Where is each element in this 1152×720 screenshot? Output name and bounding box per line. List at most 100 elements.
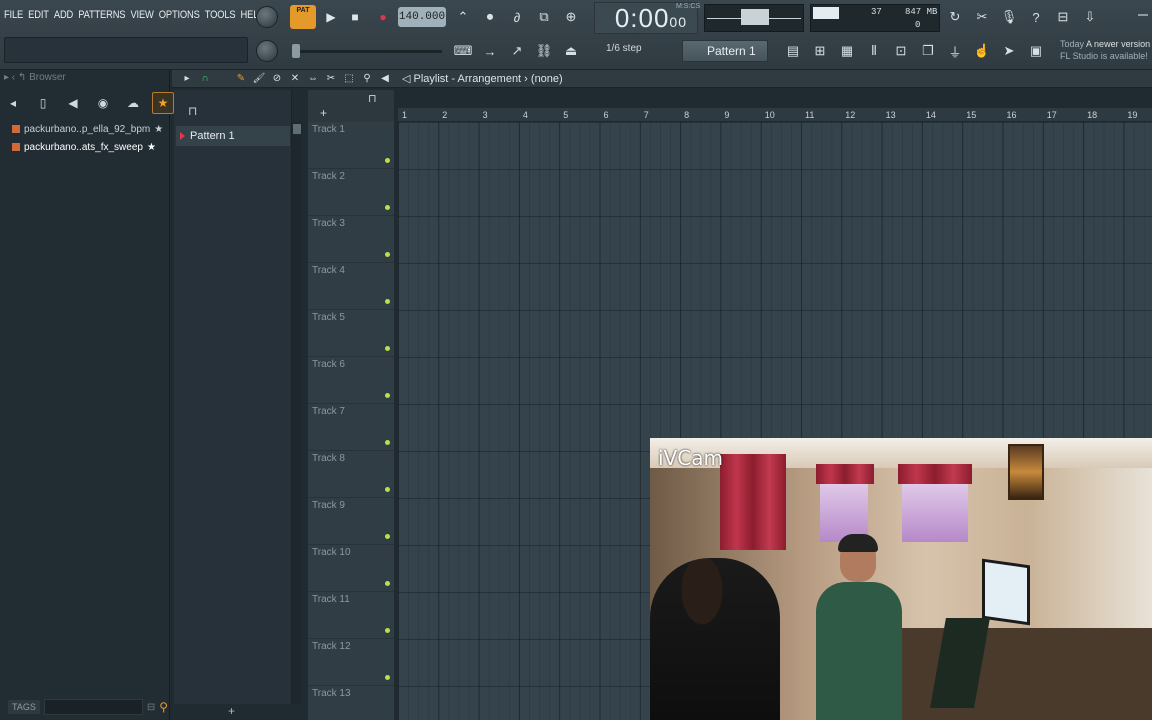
undo-icon[interactable]: ↻ [944,6,966,28]
menu-file[interactable]: FILE [4,9,23,21]
track-enable-dot[interactable] [385,205,390,210]
track-header[interactable]: Track 7 [308,404,394,451]
paint-brush-icon[interactable]: 🖌 [252,72,266,86]
tags-label[interactable]: TAGS [8,700,40,714]
arrangement-name[interactable]: (none) [531,73,563,85]
timeline-ruler[interactable]: 1 2 3 4 5 6 7 8 9 10 11 12 13 14 15 16 17 18 19 [398,108,1152,122]
pattern-selector[interactable]: Pattern 1 [682,40,768,62]
track-enable-dot[interactable] [385,158,390,163]
file-icon[interactable]: ▯ [32,92,54,114]
download-icon[interactable]: ⇩ [1079,6,1101,28]
pattern-item[interactable]: Pattern 1 [176,126,290,146]
track-header[interactable]: Track 5 [308,310,394,357]
browser-item[interactable]: packurbano..ats_fx_sweep ★ [12,138,168,156]
master-slider-handle[interactable] [292,44,300,58]
playback-icon[interactable]: ◀ [378,72,392,86]
stop-button[interactable]: ■ [344,6,366,28]
piano-keys-icon[interactable]: ⊓ [188,104,197,118]
add-track-icon[interactable]: + [320,106,327,120]
tempo-display[interactable]: 140.000 [398,7,446,27]
track-enable-dot[interactable] [385,534,390,539]
arrow-right-icon[interactable]: → [479,40,501,62]
master-slider-track[interactable] [292,50,442,53]
options-arrow-icon[interactable]: ▸ [180,72,194,86]
snap-magnet-icon[interactable]: ∩ [198,72,212,86]
wait-input-icon[interactable]: ⏺ [479,6,501,28]
countdown-icon[interactable]: ∂ [506,6,528,28]
collapse-icon[interactable]: ◂ [2,92,24,114]
track-header[interactable]: Track 9 [308,498,394,545]
browser-toggle-icon[interactable]: ❐ [917,40,939,62]
step-edit-icon[interactable]: ⧉ [533,6,555,28]
select-icon[interactable]: ⬚ [342,72,356,86]
menu-options[interactable]: OPTIONS [159,9,200,21]
channel-rack-icon[interactable]: ▦ [836,40,858,62]
master-volume-knob[interactable] [256,6,278,28]
search-icon[interactable]: ⚲ [159,700,168,714]
cut-icon[interactable]: ✂ [971,6,993,28]
speaker-icon[interactable]: ◀ [62,92,84,114]
add-pattern-icon[interactable]: + [228,704,235,718]
piano-roll-icon[interactable]: ⌨ [452,40,474,62]
blend-notes-icon[interactable]: ⊕ [560,6,582,28]
menu-view[interactable]: VIEW [130,9,153,21]
track-enable-dot[interactable] [385,581,390,586]
track-enable-dot[interactable] [385,440,390,445]
track-header[interactable]: Track 11 [308,592,394,639]
piano-roll-toggle-icon[interactable]: ⊞ [809,40,831,62]
mute-icon[interactable]: ✕ [288,72,302,86]
piano-icon[interactable]: ⊓ [368,92,377,105]
stamp-icon[interactable]: ⏏ [560,40,582,62]
plug-icon[interactable]: ⏚ [944,40,966,62]
browser-item[interactable]: packurbano..p_ella_92_bpm ★ [12,120,168,138]
track-enable-dot[interactable] [385,346,390,351]
slice-icon[interactable]: ✂ [324,72,338,86]
scrollbar-thumb[interactable] [293,124,301,134]
track-enable-dot[interactable] [385,628,390,633]
render-icon[interactable]: ➤ [998,40,1020,62]
track-header[interactable]: Track 3 [308,216,394,263]
minimize-icon[interactable] [1138,14,1148,16]
pen-tool-icon[interactable]: ↗ [506,40,528,62]
mixer-icon[interactable]: ⫴ [863,40,885,62]
link-icon[interactable]: ⛓ [533,40,555,62]
track-enable-dot[interactable] [385,675,390,680]
touch-icon[interactable]: ☝ [971,40,993,62]
pattern-scrollbar[interactable] [292,122,302,704]
menu-add[interactable]: ADD [54,9,73,21]
tags-search-input[interactable] [43,699,143,715]
snap-step-select[interactable]: 1/6 step [606,43,642,54]
cloud-icon[interactable]: ☁ [122,92,144,114]
playlist-icon[interactable]: ▤ [782,40,804,62]
record-button[interactable]: ● [372,6,394,28]
pat-song-toggle[interactable]: PAT [290,5,316,29]
zoom-icon[interactable]: ⚲ [360,72,374,86]
clear-icon[interactable]: ⊟ [147,702,155,713]
track-header[interactable]: Track 6 [308,357,394,404]
menu-tools[interactable]: TOOLS [205,9,236,21]
plugin-picker-icon[interactable]: ⊡ [890,40,912,62]
track-header[interactable]: Track 12 [308,639,394,686]
track-enable-dot[interactable] [385,252,390,257]
draw-pencil-icon[interactable]: ✎ [234,72,248,86]
master-pitch-knob[interactable] [256,40,278,62]
slip-icon[interactable]: ⇔ [306,72,320,86]
help-icon[interactable]: ? [1025,6,1047,28]
track-header[interactable]: Track 2 [308,169,394,216]
track-header[interactable]: Track 13 [308,686,394,720]
track-header[interactable]: Track 10 [308,545,394,592]
track-enable-dot[interactable] [385,487,390,492]
track-header[interactable]: Track 1 [308,122,394,169]
microphone-icon[interactable]: 🎙 [998,6,1020,28]
menu-patterns[interactable]: PATTERNS [78,9,125,21]
star-icon[interactable]: ★ [152,92,174,114]
track-header[interactable]: Track 4 [308,263,394,310]
play-button[interactable]: ▶ [320,6,342,28]
metronome-icon[interactable]: ⌃ [452,6,474,28]
track-header[interactable]: Track 8 [308,451,394,498]
save-icon[interactable]: ⊟ [1052,6,1074,28]
track-enable-dot[interactable] [385,393,390,398]
delete-icon[interactable]: ⊘ [270,72,284,86]
globe-icon[interactable]: ◉ [92,92,114,114]
track-enable-dot[interactable] [385,299,390,304]
